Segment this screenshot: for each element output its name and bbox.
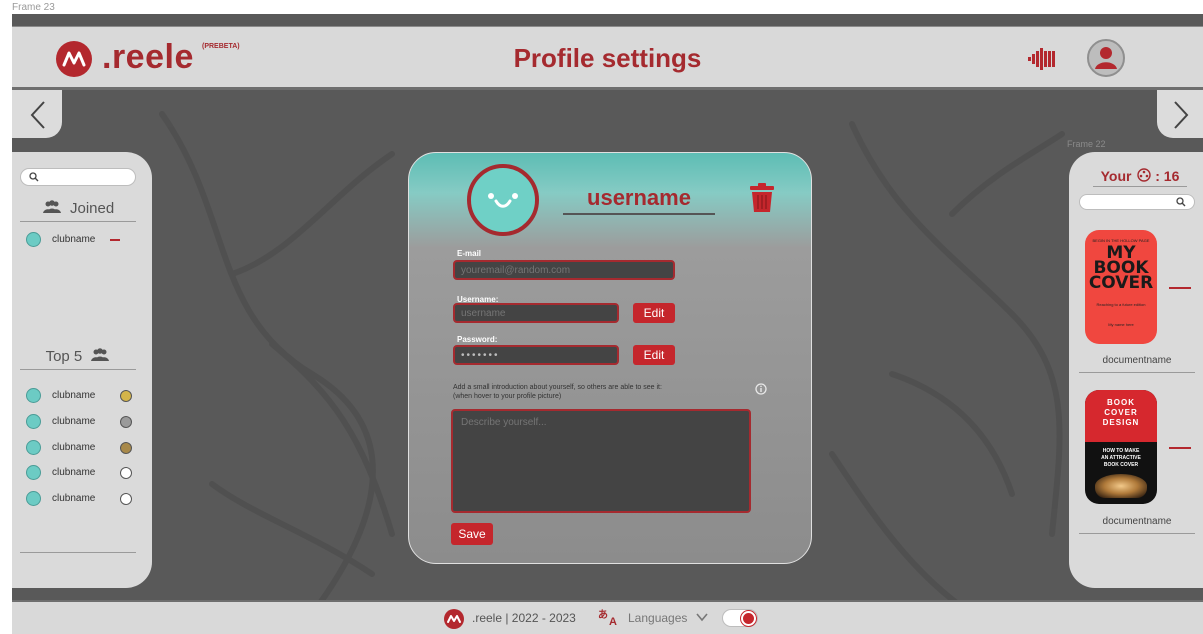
- document-count: Your : 16: [1093, 168, 1187, 187]
- film-reel-icon: [1137, 168, 1152, 182]
- cover-author: My name here: [1108, 322, 1134, 327]
- club-avatar-icon: [26, 491, 41, 506]
- joined-heading: Joined: [20, 200, 136, 222]
- cover-title: BOOK COVER DESIGN: [1102, 398, 1140, 427]
- bronze-medal-icon: [120, 442, 132, 454]
- remove-document-button[interactable]: [1169, 447, 1191, 449]
- cover-subtitle: HOW TO MAKE AN ATTRACTIVE BOOK COVER: [1101, 448, 1141, 468]
- document-name: documentname: [1079, 516, 1195, 534]
- club-avatar-icon: [26, 232, 41, 247]
- top-five-heading: Top 5: [20, 348, 136, 370]
- top-club-item[interactable]: clubname: [26, 388, 136, 404]
- document-cover[interactable]: BOOK COVER DESIGN HOW TO MAKE AN ATTRACT…: [1085, 390, 1157, 504]
- club-avatar-icon: [26, 388, 41, 403]
- documents-sidebar: Your : 16 BEGIN IN THE HOLLOW PAGE MY BO…: [1069, 152, 1203, 588]
- club-search-input[interactable]: [20, 168, 136, 186]
- top-club-item[interactable]: clubname: [26, 491, 136, 507]
- leave-club-button[interactable]: [110, 239, 120, 241]
- club-avatar-icon: [26, 465, 41, 480]
- toggle-knob: [741, 611, 756, 626]
- club-name: clubname: [52, 234, 96, 245]
- divider: [20, 552, 136, 553]
- remove-document-button[interactable]: [1169, 287, 1191, 289]
- password-field[interactable]: [453, 345, 619, 365]
- edit-username-button[interactable]: Edit: [633, 303, 675, 323]
- page-title: Profile settings: [513, 43, 702, 73]
- rank-dot-icon: [120, 493, 132, 505]
- club-name: clubname: [52, 390, 96, 401]
- count-value: : 16: [1155, 168, 1180, 184]
- document-search-input[interactable]: [1079, 194, 1195, 210]
- edit-password-button[interactable]: Edit: [633, 345, 675, 365]
- joined-club-item[interactable]: clubname: [26, 232, 136, 248]
- profile-avatar-icon[interactable]: [1087, 39, 1125, 77]
- username-display: username: [563, 185, 715, 215]
- save-button[interactable]: Save: [451, 523, 493, 545]
- document-name: documentname: [1079, 355, 1195, 373]
- club-name: clubname: [52, 493, 96, 504]
- chevron-right-icon: [1174, 101, 1189, 129]
- info-icon[interactable]: [755, 383, 767, 395]
- club-avatar-icon: [26, 440, 41, 455]
- clubs-sidebar: Joined clubname Top 5 clubname clubname: [12, 152, 152, 588]
- search-icon: [29, 172, 39, 182]
- group-icon: [91, 348, 110, 361]
- footer-bar: .reele | 2022 - 2023 あ A Languages: [12, 600, 1203, 634]
- brand-logo-icon: [444, 609, 464, 629]
- top-five-heading-label: Top 5: [45, 348, 83, 365]
- group-icon: [42, 200, 61, 213]
- delete-account-trash-icon[interactable]: [749, 183, 775, 213]
- club-name: clubname: [52, 416, 96, 427]
- email-field[interactable]: [453, 260, 675, 280]
- cover-subtitle: Reaching to a future edition: [1096, 302, 1146, 307]
- email-label: E-mail: [457, 249, 482, 258]
- password-label: Password:: [457, 335, 498, 344]
- joined-heading-label: Joined: [69, 200, 115, 217]
- document-cover[interactable]: BEGIN IN THE HOLLOW PAGE MY BOOK COVER R…: [1085, 230, 1157, 344]
- profile-picture[interactable]: [467, 164, 539, 236]
- svg-text:A: A: [609, 616, 617, 626]
- book-glow-image: [1095, 474, 1147, 498]
- club-name: clubname: [52, 442, 96, 453]
- smiley-face-icon: [488, 193, 518, 208]
- translate-icon[interactable]: あ A: [598, 608, 622, 629]
- theme-toggle[interactable]: [722, 609, 758, 627]
- search-icon: [1176, 197, 1186, 207]
- bio-textarea[interactable]: [451, 409, 751, 513]
- gold-medal-icon: [120, 390, 132, 402]
- club-avatar-icon: [26, 414, 41, 429]
- username-field[interactable]: [453, 303, 619, 323]
- chevron-down-icon[interactable]: [696, 612, 708, 622]
- frame-label: Frame 22: [1067, 139, 1106, 149]
- app-stage: .reele (PREBETA) Profile settings Joined…: [12, 14, 1203, 634]
- your-label: Your: [1100, 168, 1132, 184]
- chevron-left-icon: [30, 101, 45, 129]
- cover-title: MY BOOK COVER: [1088, 243, 1154, 293]
- languages-selector[interactable]: Languages: [628, 611, 687, 625]
- profile-settings-dialog: username E-mail Username: Edit Password:…: [408, 152, 812, 564]
- rank-dot-icon: [120, 467, 132, 479]
- dotted-arrow-icon[interactable]: [1026, 43, 1058, 75]
- footer-copyright: .reele | 2022 - 2023: [472, 611, 576, 625]
- top-club-item[interactable]: clubname: [26, 414, 136, 430]
- top-club-item[interactable]: clubname: [26, 440, 136, 456]
- top-header: .reele (PREBETA) Profile settings: [12, 26, 1203, 90]
- next-page-button[interactable]: [1157, 90, 1203, 138]
- frame-label: Frame 23: [12, 2, 55, 13]
- silver-medal-icon: [120, 416, 132, 428]
- top-club-item[interactable]: clubname: [26, 465, 136, 481]
- introduction-hint: Add a small introduction about yourself,…: [453, 384, 662, 400]
- club-name: clubname: [52, 467, 96, 478]
- previous-page-button[interactable]: [12, 90, 62, 138]
- svg-text:あ: あ: [598, 608, 608, 621]
